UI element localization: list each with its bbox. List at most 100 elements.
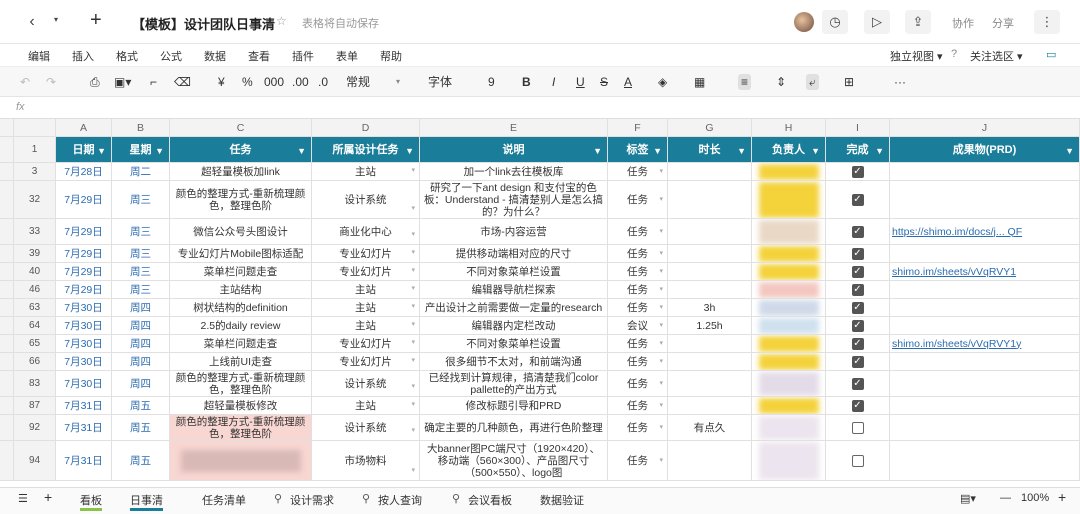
help-icon[interactable]: ?	[951, 48, 957, 60]
prd-cell[interactable]	[890, 371, 1080, 397]
header-cell[interactable]: 时长 ▼	[668, 137, 752, 163]
row-header[interactable]: 1	[14, 137, 56, 163]
description-cell[interactable]: 很多细节不太对，和前端沟通	[420, 353, 608, 371]
prd-cell[interactable]: shimo.im/sheets/vVqRVY1	[890, 263, 1080, 281]
add-decimal-icon[interactable]: .00	[292, 74, 309, 90]
prd-cell[interactable]	[890, 245, 1080, 263]
tab-task-list[interactable]: 任务清单	[202, 492, 246, 508]
header-cell[interactable]: 标签 ▼	[608, 137, 668, 163]
row-header[interactable]: 94	[14, 441, 56, 481]
more-tools-icon[interactable]: ···	[894, 74, 906, 90]
prd-cell[interactable]: https://shimo.im/docs/j... QF	[890, 219, 1080, 245]
checkbox[interactable]	[851, 421, 864, 434]
tag-cell[interactable]: 任务 ▾	[608, 397, 668, 415]
date-cell[interactable]: 7月29日	[56, 263, 112, 281]
duration-cell[interactable]	[668, 263, 752, 281]
duration-cell[interactable]	[668, 371, 752, 397]
view-select[interactable]: 独立视图 ▾	[890, 48, 943, 64]
border-icon[interactable]: ▦	[694, 74, 705, 90]
description-cell[interactable]: 编辑器导航栏探索	[420, 281, 608, 299]
weekday-cell[interactable]: 周四	[112, 317, 170, 335]
prd-cell[interactable]	[890, 299, 1080, 317]
tag-cell[interactable]: 会议 ▾	[608, 317, 668, 335]
header-cell[interactable]: 负责人 ▼	[752, 137, 826, 163]
header-cell[interactable]: 所属设计任务 ▼	[312, 137, 420, 163]
duration-cell[interactable]	[668, 441, 752, 481]
doc-title[interactable]: 【模板】设计团队日事清	[132, 14, 275, 33]
weekday-cell[interactable]: 周五	[112, 441, 170, 481]
header-cell[interactable]: 星期 ▼	[112, 137, 170, 163]
filter-icon[interactable]: ▼	[875, 145, 884, 157]
chevron-down-icon[interactable]: ▾	[659, 302, 663, 314]
chevron-down-icon[interactable]: ▾	[411, 247, 415, 259]
checkbox[interactable]	[851, 454, 864, 467]
done-cell[interactable]: ✓	[826, 299, 890, 317]
avatar[interactable]	[794, 12, 814, 32]
done-cell[interactable]: ✓	[826, 281, 890, 299]
weekday-cell[interactable]: 周四	[112, 371, 170, 397]
prd-cell[interactable]	[890, 353, 1080, 371]
tab-daily[interactable]: 日事清	[130, 492, 163, 511]
weekday-cell[interactable]: 周三	[112, 181, 170, 219]
chevron-down-icon[interactable]: ▾	[411, 283, 415, 295]
filter-icon[interactable]: ▼	[155, 145, 164, 157]
chevron-down-icon[interactable]: ▾	[411, 337, 415, 349]
checkbox[interactable]: ✓	[851, 265, 864, 278]
done-cell[interactable]: ✓	[826, 245, 890, 263]
menu-help[interactable]: 帮助	[380, 48, 402, 64]
done-cell[interactable]: ✓	[826, 397, 890, 415]
back-icon[interactable]: ‹	[22, 13, 42, 31]
filter-icon[interactable]: ▼	[653, 145, 662, 157]
chevron-down-icon[interactable]: ▾	[411, 465, 415, 477]
duration-cell[interactable]: 3h	[668, 299, 752, 317]
tab-meetings[interactable]: 会议看板	[468, 492, 512, 508]
date-cell[interactable]: 7月30日	[56, 353, 112, 371]
chevron-down-icon[interactable]: ▾	[411, 165, 415, 177]
menu-view[interactable]: 查看	[248, 48, 270, 64]
tag-cell[interactable]: 任务 ▾	[608, 415, 668, 441]
owner-cell[interactable]	[752, 335, 826, 353]
chevron-down-icon[interactable]: ▾	[659, 338, 663, 350]
project-cell[interactable]: 专业幻灯片 ▾	[312, 353, 420, 371]
row-header[interactable]: 3	[14, 163, 56, 181]
weekday-cell[interactable]: 周三	[112, 263, 170, 281]
owner-cell[interactable]	[752, 317, 826, 335]
column-header-C[interactable]: C	[170, 119, 312, 137]
task-cell[interactable]: 颜色的整理方式-重新梳理颜色，整理色阶	[170, 181, 312, 219]
collab-button[interactable]: 协作	[952, 15, 974, 31]
prd-cell[interactable]	[890, 441, 1080, 481]
column-header-D[interactable]: D	[312, 119, 420, 137]
project-cell[interactable]: 主站 ▾	[312, 163, 420, 181]
zoom-out-icon[interactable]: —	[1000, 492, 1011, 504]
column-header-H[interactable]: H	[752, 119, 826, 137]
menu-formula[interactable]: 公式	[160, 48, 182, 64]
description-cell[interactable]: 提供移动端相对应的尺寸	[420, 245, 608, 263]
paint-format-icon[interactable]: ▣▾	[114, 74, 131, 90]
vertical-align-icon[interactable]: ⇕	[776, 74, 786, 90]
tab-design-requests[interactable]: 设计需求	[290, 492, 334, 508]
owner-cell[interactable]	[752, 441, 826, 481]
owner-cell[interactable]	[752, 263, 826, 281]
chevron-down-icon[interactable]: ▾	[411, 425, 415, 437]
done-cell[interactable]: ✓	[826, 263, 890, 281]
owner-cell[interactable]	[752, 245, 826, 263]
prd-cell[interactable]: shimo.im/sheets/vVqRVY1y	[890, 335, 1080, 353]
tab-by-person[interactable]: 按人查询	[378, 492, 422, 508]
done-cell[interactable]: ✓	[826, 219, 890, 245]
owner-cell[interactable]	[752, 163, 826, 181]
date-cell[interactable]: 7月31日	[56, 415, 112, 441]
date-cell[interactable]: 7月31日	[56, 441, 112, 481]
weekday-cell[interactable]: 周二	[112, 163, 170, 181]
checkbox[interactable]: ✓	[851, 165, 864, 178]
thousands-icon[interactable]: 000	[264, 74, 284, 90]
formula-bar[interactable]	[0, 97, 1080, 119]
column-header-B[interactable]: B	[112, 119, 170, 137]
menu-insert[interactable]: 插入	[72, 48, 94, 64]
add-icon[interactable]: +	[90, 9, 102, 32]
row-header[interactable]: 46	[14, 281, 56, 299]
description-cell[interactable]: 不同对象菜单栏设置	[420, 263, 608, 281]
column-header-E[interactable]: E	[420, 119, 608, 137]
tag-cell[interactable]: 任务 ▾	[608, 353, 668, 371]
weekday-cell[interactable]: 周五	[112, 397, 170, 415]
row-header[interactable]: 32	[14, 181, 56, 219]
